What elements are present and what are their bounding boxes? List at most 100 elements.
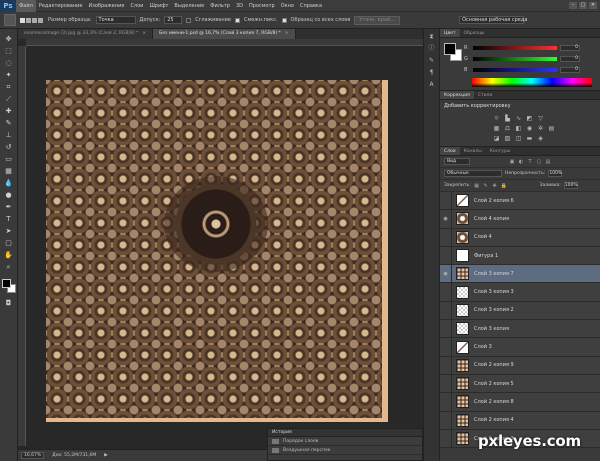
- path-selection-tool-icon[interactable]: ➤: [3, 227, 14, 236]
- intersect-selection-icon[interactable]: [38, 17, 43, 23]
- color-lookup-icon[interactable]: ▤: [548, 125, 555, 132]
- history-brush-tool-icon[interactable]: ↺: [3, 143, 14, 152]
- history-item[interactable]: Порядок слоев: [268, 437, 422, 446]
- quick-mask-icon[interactable]: ◘: [3, 299, 14, 308]
- gradient-map-icon[interactable]: ▬: [526, 135, 533, 142]
- paragraph-panel-icon[interactable]: ¶: [427, 69, 436, 77]
- shape-filter-icon[interactable]: ▢: [536, 159, 542, 165]
- menu-item[interactable]: Изображение: [85, 0, 127, 12]
- tolerance-input[interactable]: 25: [164, 16, 183, 24]
- antialias-checkbox[interactable]: [186, 17, 192, 23]
- menu-item[interactable]: Редактирование: [36, 0, 86, 12]
- visibility-eye-icon[interactable]: ◉: [440, 210, 452, 228]
- pixel-filter-icon[interactable]: ▣: [509, 159, 515, 165]
- tab-untitled-1[interactable]: Без имени-1.psd @ 16,7% (Слой 3 копия 7,…: [153, 29, 296, 39]
- tab-swatches[interactable]: Образцы: [460, 29, 489, 37]
- visibility-eye-icon[interactable]: [440, 301, 452, 320]
- menu-item[interactable]: 3D: [233, 0, 246, 12]
- type-filter-icon[interactable]: T: [527, 159, 533, 165]
- hand-tool-icon[interactable]: ✋: [3, 251, 14, 260]
- menu-item[interactable]: Слои: [127, 0, 146, 12]
- green-value-input[interactable]: 0: [560, 56, 580, 62]
- new-selection-icon[interactable]: [20, 17, 25, 23]
- close-tab-icon[interactable]: ×: [285, 31, 289, 36]
- brightness-icon[interactable]: ☼: [493, 115, 500, 122]
- visibility-eye-icon[interactable]: [440, 393, 452, 411]
- visibility-eye-icon[interactable]: [440, 374, 452, 393]
- tab-styles[interactable]: Стили: [474, 91, 497, 99]
- layer-row[interactable]: ◉ Слой 3 копия 7: [440, 265, 600, 284]
- selective-color-icon[interactable]: ◈: [537, 135, 544, 142]
- layer-row[interactable]: ◉ Слой 4 копия: [440, 210, 600, 229]
- layer-row[interactable]: Слой 2 копия 9: [440, 356, 600, 375]
- zoom-level[interactable]: 16,67%: [21, 452, 45, 459]
- foreground-color-swatch[interactable]: [444, 43, 456, 55]
- magic-wand-tool-icon[interactable]: ✦: [3, 71, 14, 80]
- refine-edge-button[interactable]: Уточн. край...: [354, 15, 400, 25]
- tab-color[interactable]: Цвет: [440, 29, 460, 37]
- menu-item[interactable]: Выделение: [171, 0, 207, 12]
- properties-panel-icon[interactable]: ⓘ: [427, 45, 436, 53]
- menu-item[interactable]: Окно: [278, 0, 297, 12]
- eyedropper-tool-icon[interactable]: ⟋: [3, 95, 14, 104]
- layer-row[interactable]: Слой 3 копия 3: [440, 283, 600, 302]
- visibility-eye-icon[interactable]: [440, 228, 452, 246]
- visibility-eye-icon[interactable]: [440, 283, 452, 301]
- visibility-eye-icon[interactable]: [440, 411, 452, 429]
- magic-wand-tool-preset-icon[interactable]: [4, 14, 16, 26]
- posterize-icon[interactable]: ▨: [504, 135, 511, 142]
- smart-object-filter-icon[interactable]: ▤: [545, 159, 551, 165]
- pen-tool-icon[interactable]: ✒: [3, 203, 14, 212]
- photo-filter-icon[interactable]: ◉: [526, 125, 533, 132]
- layer-row[interactable]: Слой 4: [440, 228, 600, 247]
- layer-row[interactable]: Слой 2 копия 8: [440, 393, 600, 412]
- tab-paths[interactable]: Контуры: [486, 147, 515, 155]
- subtract-selection-icon[interactable]: [32, 17, 37, 23]
- hue-saturation-icon[interactable]: ▦: [493, 125, 500, 132]
- vibrance-icon[interactable]: ▽: [537, 115, 544, 122]
- document-canvas[interactable]: [46, 80, 388, 422]
- add-selection-icon[interactable]: [26, 17, 31, 23]
- move-tool-icon[interactable]: ✥: [3, 35, 14, 44]
- brush-panel-icon[interactable]: ✎: [427, 57, 436, 65]
- blue-value-input[interactable]: 0: [560, 67, 580, 73]
- lock-position-icon[interactable]: ✥: [492, 183, 498, 189]
- adjustment-filter-icon[interactable]: ◐: [518, 159, 524, 165]
- invert-icon[interactable]: ◪: [493, 135, 500, 142]
- dodge-tool-icon[interactable]: ●: [3, 191, 14, 200]
- vertical-ruler[interactable]: [18, 46, 26, 446]
- lock-pixels-icon[interactable]: ✎: [483, 183, 489, 189]
- maximize-button[interactable]: □: [579, 2, 587, 9]
- blur-tool-icon[interactable]: 💧: [3, 179, 14, 188]
- history-panel-icon[interactable]: ⧗: [427, 33, 436, 41]
- brush-tool-icon[interactable]: ✎: [3, 119, 14, 128]
- menu-item[interactable]: Просмотр: [246, 0, 278, 12]
- tab-seamlessimage[interactable]: seamlessimage (3).jpg @ 33,3% (Слой 2, R…: [18, 29, 154, 39]
- curves-icon[interactable]: ∿: [515, 115, 522, 122]
- channel-mixer-icon[interactable]: ✲: [537, 125, 544, 132]
- visibility-eye-icon[interactable]: [440, 246, 452, 265]
- red-slider[interactable]: [473, 46, 557, 50]
- fill-input[interactable]: 100%: [563, 182, 578, 189]
- opacity-input[interactable]: 100%: [548, 170, 563, 177]
- shape-tool-icon[interactable]: ▢: [3, 239, 14, 248]
- visibility-eye-icon[interactable]: ◉: [440, 265, 452, 283]
- type-tool-icon[interactable]: T: [3, 215, 14, 224]
- lock-transparency-icon[interactable]: ▦: [474, 183, 480, 189]
- layer-row[interactable]: Слой 2 копия 4: [440, 411, 600, 430]
- blend-mode-select[interactable]: Обычные: [444, 170, 502, 177]
- healing-brush-tool-icon[interactable]: ✚: [3, 107, 14, 116]
- clone-stamp-tool-icon[interactable]: ⊥: [3, 131, 14, 140]
- visibility-eye-icon[interactable]: [440, 356, 452, 374]
- sample-size-select[interactable]: Точка: [95, 16, 136, 24]
- color-spectrum-bar[interactable]: [472, 78, 592, 87]
- levels-icon[interactable]: ▙: [504, 115, 511, 122]
- character-panel-icon[interactable]: A: [427, 81, 436, 89]
- visibility-eye-icon[interactable]: [440, 320, 452, 338]
- eraser-tool-icon[interactable]: ▭: [3, 155, 14, 164]
- layer-row[interactable]: Фигура 1: [440, 246, 600, 266]
- menu-item[interactable]: Справка: [297, 0, 325, 12]
- color-swatches[interactable]: [1, 279, 16, 293]
- layer-filter-select[interactable]: Вид: [444, 158, 470, 165]
- tab-layers[interactable]: Слои: [440, 147, 460, 155]
